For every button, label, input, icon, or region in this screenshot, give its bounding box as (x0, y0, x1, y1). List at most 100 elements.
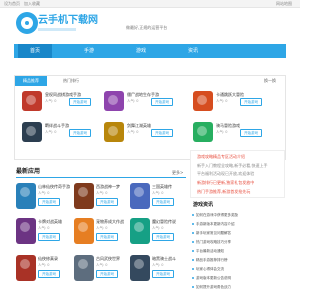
promo-banner[interactable]: 游戏攻略精品专区活动介绍 新手入门教程全攻略,新手必看,快速上手 平台福利活动现… (190, 150, 285, 198)
game-name[interactable]: 僵尸战地生存手游 (127, 92, 159, 97)
game-popularity: 人气: 0 (45, 130, 57, 134)
app-popularity: 人气: 0 (96, 226, 108, 230)
bullet-dot-icon (192, 250, 194, 252)
start-game-button[interactable]: 开始游戏 (151, 98, 173, 106)
news-link[interactable]: 玩家心得体会交流 (196, 266, 224, 272)
app-name[interactable]: 仙侠修真录 (38, 256, 70, 261)
app-name[interactable]: 三国英雄传 (152, 184, 184, 189)
game-popularity: 人气: 0 (216, 99, 228, 103)
game-popularity: 人气: 0 (216, 130, 228, 134)
app-icon[interactable] (130, 255, 150, 281)
app-icon[interactable] (130, 218, 150, 244)
nav-home[interactable]: 首页 (18, 44, 52, 58)
app-icon[interactable] (16, 255, 36, 281)
logo-underline (38, 28, 76, 31)
app-icon[interactable] (130, 183, 150, 209)
app-popularity: 人气: 0 (38, 263, 50, 267)
start-game-button[interactable]: 开始游戏 (69, 98, 91, 106)
news-link[interactable]: 新手玩家常见问题解答 (196, 230, 231, 236)
main-nav: 首页 手游 游戏 资讯 (14, 44, 286, 58)
site-logo-text[interactable]: 云手机下载网 (38, 14, 98, 28)
app-popularity: 人气: 0 (96, 191, 108, 195)
game-name[interactable]: 皇权同战棋游戏手游 (45, 92, 81, 97)
start-game-button[interactable]: 开始游戏 (152, 198, 174, 206)
nav-news[interactable]: 资讯 (176, 44, 210, 58)
game-name[interactable]: 剑舞江湖英雄 (127, 123, 151, 128)
latest-more-link[interactable]: 更多> (172, 170, 183, 176)
app-icon[interactable] (74, 183, 94, 209)
start-game-button[interactable]: 开始游戏 (69, 129, 91, 137)
news-link[interactable]: 平台最新活动通知 (196, 248, 224, 254)
app-name[interactable]: 卡牌对战英雄 (38, 219, 70, 224)
bullet-dot-icon (192, 241, 194, 243)
app-name[interactable]: 西游战神一梦 (96, 184, 128, 189)
game-name[interactable]: 骑马冒险游戏 (216, 123, 240, 128)
start-game-button[interactable]: 开始游戏 (96, 233, 118, 241)
app-icon[interactable] (74, 255, 94, 281)
set-homepage-link[interactable]: 设为首页 (4, 1, 20, 6)
start-game-button[interactable]: 开始游戏 (240, 98, 262, 106)
nav-games[interactable]: 游戏 (124, 44, 158, 58)
news-link[interactable]: 如何在游戏中获得更多奖励 (196, 212, 238, 218)
app-name[interactable]: 魔幻冒险传说 (152, 219, 184, 224)
bullet-dot-icon (192, 223, 194, 225)
game-popularity: 人气: 0 (127, 130, 139, 134)
start-game-button[interactable]: 开始游戏 (96, 270, 118, 278)
app-name[interactable]: 古风武侠世界 (96, 256, 128, 261)
news-link[interactable]: 游戏版本更新公告说明 (196, 275, 231, 281)
banner-line-1: 游戏攻略精品专区活动介绍 (197, 154, 245, 159)
news-link[interactable]: 手游新版本更新内容介绍 (196, 221, 235, 227)
start-game-button[interactable]: 开始游戏 (38, 233, 60, 241)
app-popularity: 人气: 0 (152, 191, 164, 195)
banner-line-3: 平台福利活动现已开放,欢迎体验 (197, 171, 255, 176)
app-name[interactable]: 暗黑骑士战斗 (152, 256, 184, 261)
bookmark-link[interactable]: 加入收藏 (24, 1, 40, 6)
app-popularity: 人气: 0 (96, 263, 108, 267)
app-name[interactable]: 山林仙侠传奇手游 (38, 184, 70, 189)
tab-recommended[interactable]: 精品推荐 (15, 76, 47, 86)
app-popularity: 人气: 0 (152, 226, 164, 230)
banner-line-2: 新手入门教程全攻略,新手必看,快速上手 (197, 163, 268, 168)
refresh-link[interactable]: 换一换 (264, 78, 276, 84)
game-icon[interactable] (22, 122, 42, 142)
app-icon[interactable] (74, 218, 94, 244)
app-icon[interactable] (16, 183, 36, 209)
news-section-title: 游戏资讯 (193, 202, 214, 208)
news-link[interactable]: 如何提升游戏角色战力 (196, 284, 231, 290)
game-icon[interactable] (104, 122, 124, 142)
game-icon[interactable] (22, 91, 42, 111)
game-icon[interactable] (104, 91, 124, 111)
start-game-button[interactable]: 开始游戏 (240, 129, 262, 137)
start-game-button[interactable]: 开始游戏 (152, 233, 174, 241)
hot-games-panel (14, 75, 286, 160)
start-game-button[interactable]: 开始游戏 (152, 270, 174, 278)
start-game-button[interactable]: 开始游戏 (96, 198, 118, 206)
news-link[interactable]: 热门游戏攻略技巧分享 (196, 239, 231, 245)
bullet-dot-icon (192, 232, 194, 234)
latest-apps-divider (16, 177, 186, 178)
nav-mobile-games[interactable]: 手游 (72, 44, 106, 58)
start-game-button[interactable]: 开始游戏 (38, 198, 60, 206)
game-name[interactable]: 羁绊战斗手游 (45, 123, 69, 128)
top-bar: 设为首页 加入收藏 网站地图 (0, 0, 300, 8)
app-popularity: 人气: 0 (152, 263, 164, 267)
banner-line-5: 热门手游推荐,新游首发抢先玩 (197, 189, 251, 194)
tab-hot-ranking[interactable]: 热门排行 (63, 78, 79, 84)
game-icon[interactable] (193, 91, 213, 111)
game-popularity: 人气: 0 (45, 99, 57, 103)
app-name[interactable]: 宠物养成大作战 (96, 219, 128, 224)
bullet-dot-icon (192, 259, 194, 261)
sitemap-link[interactable]: 网站地图 (276, 1, 292, 6)
app-icon[interactable] (16, 218, 36, 244)
app-popularity: 人气: 0 (38, 191, 50, 195)
game-name[interactable]: 卡通跳跃大冒险 (216, 92, 244, 97)
logo-icon[interactable] (16, 12, 38, 34)
start-game-button[interactable]: 开始游戏 (151, 129, 173, 137)
bullet-dot-icon (192, 277, 194, 279)
bullet-dot-icon (192, 286, 194, 288)
bullet-dot-icon (192, 268, 194, 270)
header-slogan: 做最好,正规的运营平台 (126, 25, 168, 30)
game-icon[interactable] (193, 122, 213, 142)
start-game-button[interactable]: 开始游戏 (38, 270, 60, 278)
news-link[interactable]: 精品手游推荐排行榜 (196, 257, 228, 263)
